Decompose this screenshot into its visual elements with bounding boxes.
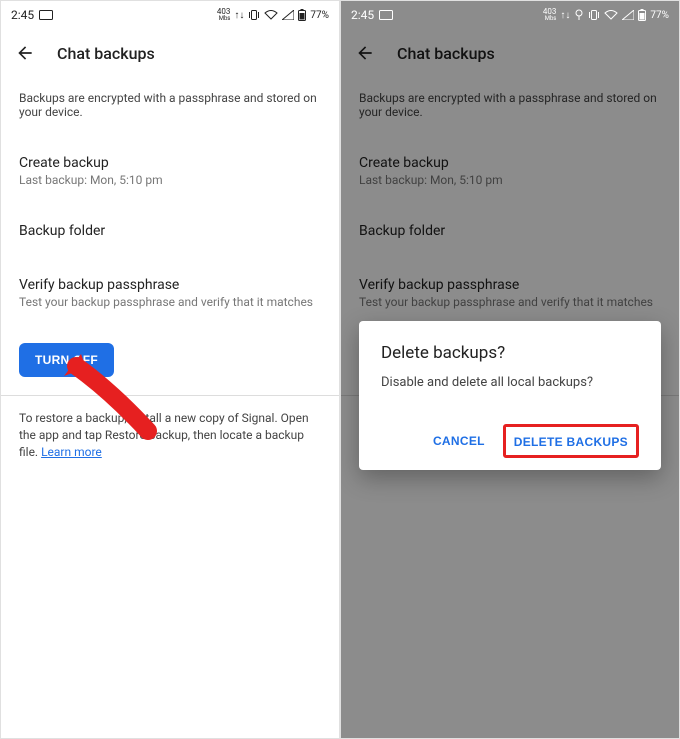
vibrate-icon [588, 9, 600, 21]
vibrate-icon [248, 9, 260, 21]
annotation-highlight: DELETE BACKUPS [503, 424, 639, 458]
delete-backups-dialog: Delete backups? Disable and delete all l… [359, 321, 661, 470]
cast-icon [379, 10, 393, 20]
app-bar: Chat backups [1, 29, 339, 77]
turn-off-button[interactable]: TURN OFF [19, 343, 114, 377]
wifi-icon [264, 10, 278, 20]
status-time: 2:45 [351, 8, 374, 22]
battery-icon [298, 9, 306, 21]
verify-passphrase-desc: Test your backup passphrase and verify t… [19, 295, 321, 309]
page-title: Chat backups [57, 44, 155, 63]
verify-passphrase-label: Verify backup passphrase [19, 277, 321, 293]
encryption-note: Backups are encrypted with a passphrase … [359, 91, 661, 119]
app-bar: Chat backups [341, 29, 679, 77]
cast-icon [39, 10, 53, 20]
backup-folder-label: Backup folder [19, 223, 321, 239]
status-time: 2:45 [11, 8, 34, 22]
status-bar: 2:45 403Mbs ↑↓ 77% [1, 1, 339, 29]
divider [1, 395, 339, 396]
create-backup-label: Create backup [19, 155, 321, 171]
battery-percent: 77% [310, 10, 329, 21]
row-create-backup[interactable]: Create backup Last backup: Mon, 5:10 pm [19, 145, 321, 213]
battery-icon [638, 9, 646, 21]
back-arrow-icon[interactable] [355, 43, 375, 63]
encryption-note: Backups are encrypted with a passphrase … [19, 91, 321, 119]
screen-left: 2:45 403Mbs ↑↓ 77% Chat backups Backups … [0, 0, 340, 739]
restore-footnote: To restore a backup, install a new copy … [19, 410, 321, 460]
row-backup-folder[interactable]: Backup folder [359, 213, 661, 267]
network-speed: 403Mbs [217, 8, 231, 22]
back-arrow-icon[interactable] [15, 43, 35, 63]
battery-percent: 77% [650, 10, 669, 21]
last-backup-time: Last backup: Mon, 5:10 pm [19, 173, 321, 187]
network-speed: 403Mbs [543, 8, 557, 22]
row-backup-folder[interactable]: Backup folder [19, 213, 321, 267]
updown-icon: ↑↓ [234, 10, 244, 21]
row-create-backup[interactable]: Create backup Last backup: Mon, 5:10 pm [359, 145, 661, 213]
signal-icon [282, 10, 294, 20]
status-bar: 2:45 403Mbs ↑↓ 77% [341, 1, 679, 29]
page-title: Chat backups [397, 44, 495, 63]
delete-backups-button[interactable]: DELETE BACKUPS [512, 433, 630, 451]
wifi-icon [604, 10, 618, 20]
signal-icon [622, 10, 634, 20]
dialog-message: Disable and delete all local backups? [381, 375, 639, 390]
screen-right: 2:45 403Mbs ↑↓ 77% Chat backups Backups … [340, 0, 680, 739]
row-verify-passphrase[interactable]: Verify backup passphrase Test your backu… [19, 267, 321, 335]
dialog-title: Delete backups? [381, 343, 639, 363]
cancel-button[interactable]: CANCEL [423, 424, 495, 458]
learn-more-link[interactable]: Learn more [41, 445, 102, 459]
location-icon [574, 9, 584, 21]
updown-icon: ↑↓ [560, 10, 570, 21]
